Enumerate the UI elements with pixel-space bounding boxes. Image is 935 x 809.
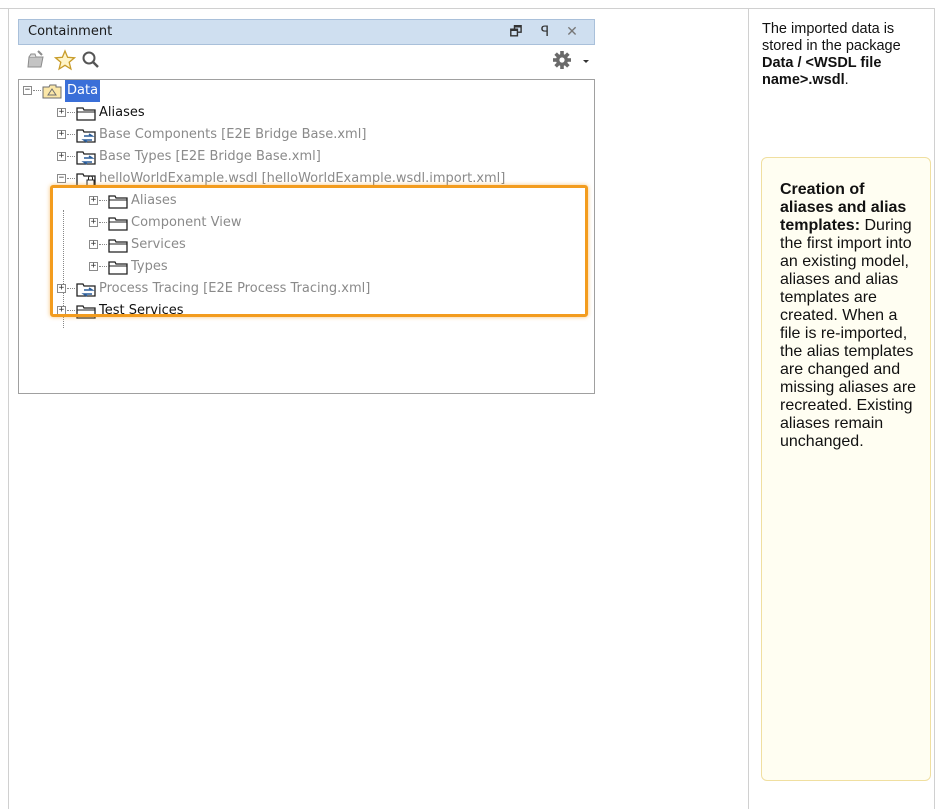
tree-connector: [67, 178, 75, 180]
panel-titlebar: Containment 🗗 ꟼ ✕: [18, 19, 595, 45]
tree-node-label: helloWorldExample.wsdl [helloWorldExampl…: [99, 171, 506, 186]
restore-window-icon[interactable]: 🗗: [507, 22, 525, 42]
tree-connector: [67, 112, 75, 114]
import-location-note: The imported data is stored in the packa…: [762, 21, 930, 89]
info-text: Creation of aliases and alias templates:…: [780, 181, 920, 451]
info-panel: Creation of aliases and alias templates:…: [761, 157, 931, 781]
favorite-star-icon[interactable]: [54, 49, 76, 71]
note-package-path: Data / <WSDL file name>.wsdl: [762, 55, 882, 88]
containment-tree: − Data + Aliases + Base Components [E2E …: [18, 79, 595, 394]
frame-left-border: [8, 8, 9, 809]
new-element-icon[interactable]: [26, 49, 46, 71]
collapse-icon[interactable]: −: [57, 174, 66, 183]
tree-node-label: Process Tracing [E2E Process Tracing.xml…: [99, 281, 371, 296]
frame-top-border: [0, 8, 935, 9]
expand-icon[interactable]: +: [89, 240, 98, 249]
tree-node-label: Aliases: [99, 105, 145, 120]
expand-icon[interactable]: +: [57, 130, 66, 139]
tree-node-label: Base Types [E2E Bridge Base.xml]: [99, 149, 321, 164]
tree-connector: [99, 222, 107, 224]
expand-icon[interactable]: +: [57, 152, 66, 161]
info-body: During the first import into an existing…: [780, 217, 917, 450]
shared-package-icon: [76, 151, 96, 165]
tree-node-label: Data: [65, 80, 101, 102]
tree-node-label: Aliases: [131, 193, 177, 208]
locked-package-icon: [76, 173, 96, 187]
close-icon[interactable]: ✕: [563, 22, 581, 42]
folder-icon: [108, 239, 128, 253]
tree-node-label: Types: [131, 259, 168, 274]
shared-package-icon: [76, 283, 96, 297]
containment-panel: Containment 🗗 ꟼ ✕ − Data + Aliases + Bas…: [18, 19, 595, 394]
expand-icon[interactable]: +: [89, 262, 98, 271]
expand-icon[interactable]: +: [89, 218, 98, 227]
expand-icon[interactable]: +: [57, 284, 66, 293]
tree-node-label: Component View: [131, 215, 242, 230]
folder-icon: [108, 195, 128, 209]
expand-icon[interactable]: +: [57, 306, 66, 315]
tree-node-label: Services: [131, 237, 186, 252]
column-divider: [748, 8, 749, 809]
tree-connector: [99, 200, 107, 202]
shared-package-icon: [76, 129, 96, 143]
tree-connector: [67, 134, 75, 136]
folder-icon: [76, 305, 96, 319]
pin-icon[interactable]: ꟼ: [536, 22, 554, 42]
tree-connector: [67, 310, 75, 312]
folder-icon: [76, 107, 96, 121]
tree-node-label: Base Components [E2E Bridge Base.xml]: [99, 127, 367, 142]
tree-connector: [67, 156, 75, 158]
tree-node-label: Test Services: [99, 303, 184, 318]
settings-gear-icon[interactable]: [551, 49, 573, 71]
tree-connector: [99, 244, 107, 246]
expand-icon[interactable]: +: [89, 196, 98, 205]
collapse-icon[interactable]: −: [23, 86, 32, 95]
panel-title: Containment: [28, 24, 113, 39]
tree-connector: [67, 288, 75, 290]
note-text-end: .: [844, 72, 849, 88]
folder-icon: [108, 261, 128, 275]
tree-connector: [33, 90, 41, 92]
package-icon: [42, 84, 62, 99]
folder-icon: [108, 217, 128, 231]
search-icon[interactable]: [81, 49, 101, 71]
dropdown-arrow-icon[interactable]: [581, 49, 591, 71]
tree-connector: [99, 266, 107, 268]
expand-icon[interactable]: +: [57, 108, 66, 117]
panel-toolbar: [18, 46, 595, 74]
note-text: The imported data is stored in the packa…: [762, 21, 901, 54]
